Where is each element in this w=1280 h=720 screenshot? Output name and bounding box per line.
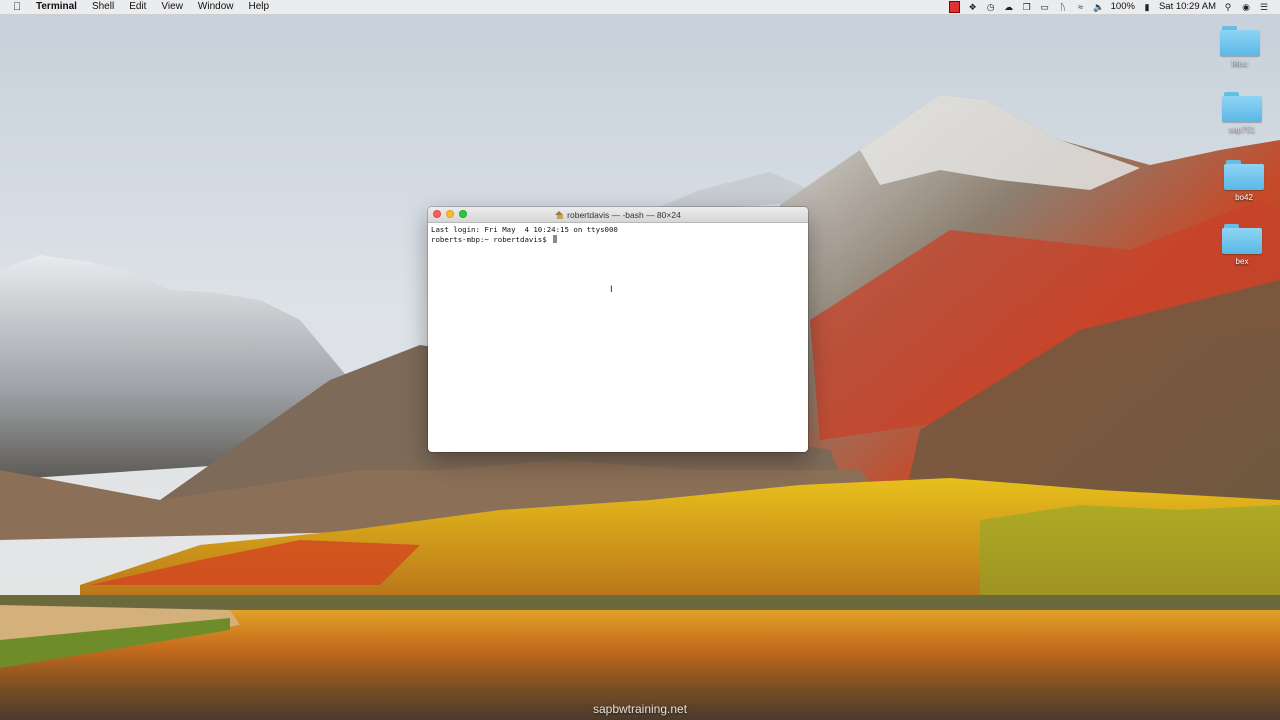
wifi-icon[interactable]: ≈ <box>1075 1 1087 13</box>
time-machine-icon[interactable]: ◷ <box>985 1 997 13</box>
folder-icon <box>1220 26 1260 56</box>
desktop-folder-bex[interactable]: bex <box>1212 224 1272 266</box>
desktop-folder-label: bex <box>1235 257 1249 266</box>
window-title: robertdavis — -bash — 80×24 <box>555 210 681 220</box>
ibeam-cursor-icon: I <box>610 285 613 295</box>
terminal-prompt-line[interactable]: roberts-mbp:~ robertdavis$ <box>431 235 805 245</box>
menu-shell[interactable]: Shell <box>92 0 123 14</box>
desktop-folder-misc[interactable]: Misc <box>1210 26 1270 68</box>
desktop-folder-sap751[interactable]: sap751 <box>1212 92 1272 134</box>
minimize-button[interactable] <box>446 210 454 218</box>
desktop-folder-bo42[interactable]: bo42 <box>1214 160 1274 202</box>
clock[interactable]: Sat 10:29 AM <box>1159 0 1216 14</box>
folder-icon <box>1222 224 1262 254</box>
airplay-icon[interactable]: ▭ <box>1039 1 1051 13</box>
terminal-content[interactable]: Last login: Fri May 4 10:24:15 on ttys00… <box>428 223 808 452</box>
terminal-line-last-login: Last login: Fri May 4 10:24:15 on ttys00… <box>431 225 618 234</box>
siri-icon[interactable]: ◉ <box>1240 1 1252 13</box>
zoom-button[interactable] <box>459 210 467 218</box>
menu-help[interactable]: Help <box>249 0 279 14</box>
apple-menu-icon[interactable]:  <box>13 0 27 14</box>
terminal-prompt: roberts-mbp:~ robertdavis$ <box>431 235 552 244</box>
folder-icon <box>1224 160 1264 190</box>
screen-mirror-icon[interactable]: ❐ <box>1021 1 1033 13</box>
desktop-folder-label: Misc <box>1231 59 1249 68</box>
watermark: sapbwtraining.net <box>592 702 688 716</box>
app-menu-terminal[interactable]: Terminal <box>36 0 86 14</box>
home-folder-icon <box>555 210 564 219</box>
desktop-folder-label: sap751 <box>1228 125 1256 134</box>
folder-icon <box>1222 92 1262 122</box>
battery-icon[interactable]: ▮ <box>1141 1 1153 13</box>
menu-bar:  Terminal Shell Edit View Window Help ❖… <box>0 0 1280 15</box>
menu-edit[interactable]: Edit <box>129 0 155 14</box>
desktop-folder-label: bo42 <box>1235 193 1253 202</box>
terminal-window[interactable]: robertdavis — -bash — 80×24 Last login: … <box>428 207 808 452</box>
spotlight-icon[interactable]: ⚲ <box>1222 1 1234 13</box>
red-status-icon[interactable] <box>949 1 961 13</box>
dropbox-icon[interactable]: ❖ <box>967 1 979 13</box>
window-titlebar[interactable]: robertdavis — -bash — 80×24 <box>428 207 808 223</box>
battery-percent[interactable]: 100% <box>1111 0 1135 14</box>
close-button[interactable] <box>433 210 441 218</box>
text-cursor <box>553 235 558 243</box>
notification-center-icon[interactable]: ☰ <box>1258 1 1270 13</box>
bluetooth-icon[interactable]: ᚢ <box>1057 1 1069 13</box>
menu-window[interactable]: Window <box>198 0 243 14</box>
window-title-text: robertdavis — -bash — 80×24 <box>567 209 681 220</box>
creative-cloud-icon[interactable]: ☁ <box>1003 1 1015 13</box>
menu-view[interactable]: View <box>161 0 192 14</box>
window-controls <box>433 210 467 218</box>
volume-icon[interactable]: 🔈 <box>1093 1 1105 13</box>
